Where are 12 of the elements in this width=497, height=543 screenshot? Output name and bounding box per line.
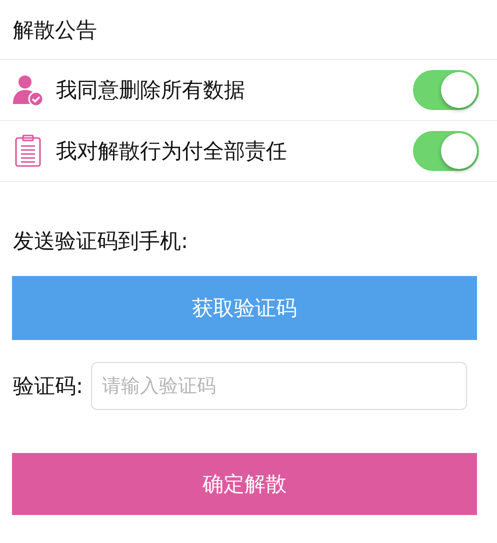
send-code-prompt: 发送验证码到手机: <box>13 228 188 255</box>
section-title: 解散公告 <box>13 16 97 44</box>
confirm-dissolve-button[interactable]: 确定解散 <box>12 453 477 515</box>
agreement-label: 我同意删除所有数据 <box>56 77 246 104</box>
code-input-field[interactable]: 请输入验证码 <box>91 362 468 410</box>
toggle-switch[interactable] <box>413 70 479 110</box>
user-check-icon <box>12 74 44 106</box>
get-code-button[interactable]: 获取验证码 <box>12 276 477 340</box>
agreement-label: 我对解散行为付全部责任 <box>56 138 288 165</box>
toggle-switch[interactable] <box>413 131 479 171</box>
clipboard-icon <box>14 134 42 168</box>
code-label: 验证码: <box>13 373 84 400</box>
